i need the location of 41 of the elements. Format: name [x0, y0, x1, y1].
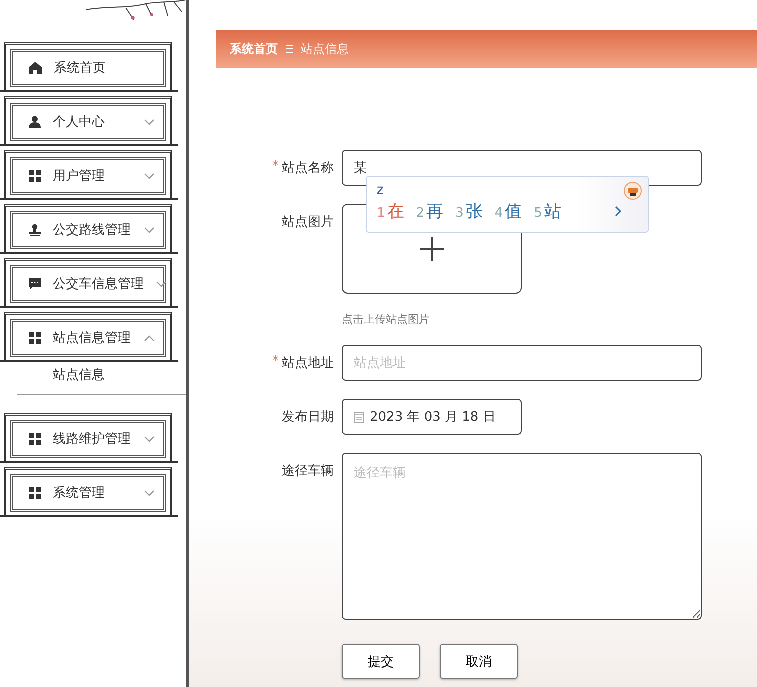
menu-item[interactable]: 个人中心: [10, 103, 166, 141]
field-label: 站点图片: [281, 214, 335, 232]
menu-item[interactable]: 公交路线管理: [10, 211, 166, 249]
grid-icon: [29, 433, 41, 445]
menu-item[interactable]: 站点信息管理: [10, 319, 166, 357]
ime-logo-icon: [624, 182, 642, 200]
breadcrumb-current: 站点信息: [301, 40, 349, 58]
field-label: 站点名称: [282, 160, 334, 177]
person-icon: [29, 116, 41, 128]
menu-item[interactable]: 用户管理: [10, 157, 166, 195]
ime-candidate[interactable]: 3 张: [456, 200, 483, 223]
upload-hint: 点击上传站点图片: [342, 312, 431, 327]
ime-candidate[interactable]: 5 站: [534, 200, 562, 223]
text-area[interactable]: 途径车辆: [342, 453, 702, 620]
field-label: 途径车辆: [281, 463, 335, 481]
grid-icon: [29, 170, 41, 182]
menu-item[interactable]: 线路维护管理: [10, 420, 166, 458]
submit-button[interactable]: 提交: [342, 644, 420, 679]
menu-item[interactable]: 系统首页: [10, 49, 166, 87]
calendar-icon: [354, 412, 364, 422]
separator-icon: [286, 45, 293, 53]
field-label: 发布日期: [281, 409, 335, 427]
field-label: 站点地址: [282, 355, 334, 372]
date-field[interactable]: 2023 年 03 月 18 日: [342, 399, 522, 435]
next-page-icon[interactable]: [615, 206, 622, 217]
home-icon: [29, 62, 42, 74]
required-mark: *: [272, 159, 279, 174]
ime-candidate[interactable]: 1 在: [377, 200, 404, 223]
required-mark: *: [272, 354, 279, 369]
ime-candidate[interactable]: 4值: [494, 200, 522, 223]
stamp-icon: [29, 224, 41, 236]
submenu-item[interactable]: 站点信息: [17, 362, 186, 388]
menu-item[interactable]: 公交车信息管理: [10, 265, 166, 303]
chat-icon: [29, 278, 41, 290]
text-field[interactable]: 站点地址: [342, 345, 702, 381]
plus-icon: [420, 237, 444, 261]
menu-item[interactable]: 系统管理: [10, 474, 166, 512]
grid-icon: [29, 487, 41, 499]
cancel-button[interactable]: 取消: [440, 644, 518, 679]
ime-candidate[interactable]: 2 再: [416, 200, 444, 223]
grid-icon: [29, 332, 41, 344]
